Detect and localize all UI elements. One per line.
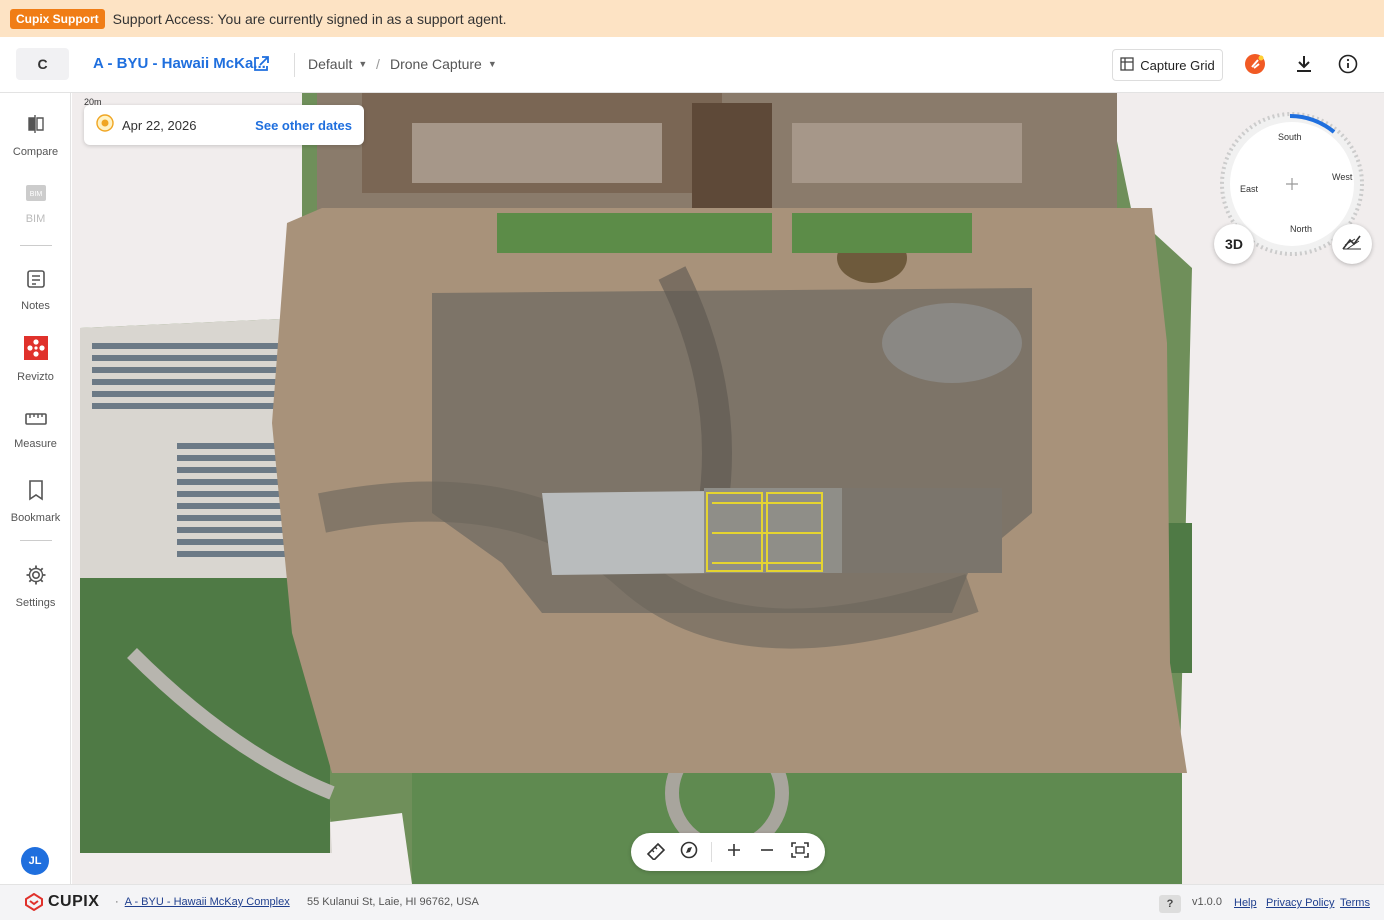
sidebar-item-notes[interactable]: Notes [0,269,71,312]
bookmark-icon [27,479,45,506]
map-viewport[interactable]: 20m Apr 22, 2026 See other dates South E… [72,93,1384,884]
footer-bullet: · [115,896,119,908]
support-banner: Cupix Support Support Access: You are cu… [0,0,1384,37]
sidebar-item-label: Compare [12,146,59,158]
info-icon[interactable] [1336,52,1360,76]
grid-icon [1120,56,1134,74]
sidebar-item-label: Bookmark [10,512,61,524]
fit-view-button[interactable] [784,837,817,867]
sidebar-item-label: Measure [14,438,57,450]
ruler-icon [24,411,47,432]
footer-project-link[interactable]: A - BYU - Hawaii McKay Complex [125,896,290,908]
terrain-toggle-button[interactable] [1332,224,1372,264]
sidebar-item-compare[interactable]: Compare [0,113,71,158]
project-avatar[interactable]: C [16,48,69,80]
ruler-tool-button[interactable] [639,837,672,867]
integration-icon[interactable] [1243,52,1267,76]
sun-icon [96,113,114,137]
cupix-logo: CUPIX [24,893,99,911]
external-link-icon[interactable] [252,55,270,73]
compass-reset-button[interactable] [672,837,705,867]
sidebar-item-bim[interactable]: BIM BIM [0,184,71,225]
compass-west-label: West [1332,172,1353,182]
zoom-in-button[interactable] [718,837,751,867]
help-link[interactable]: Help [1234,897,1257,909]
compass-east-label: East [1240,184,1259,194]
sidebar-divider [20,540,52,541]
notes-icon [26,269,46,294]
caret-down-icon: ▼ [487,59,497,69]
svg-text:BIM: BIM [29,191,42,198]
sidebar-divider [20,245,52,246]
view-mode-dropdown[interactable]: Default ▼ [308,56,367,72]
gear-icon [25,564,47,591]
capture-date: Apr 22, 2026 [122,117,197,133]
capture-grid-label: Capture Grid [1140,57,1215,73]
bim-icon: BIM [25,184,47,207]
support-message: Support Access: You are currently signed… [112,10,507,27]
zoom-out-button[interactable] [751,837,784,867]
download-icon[interactable] [1292,52,1316,76]
sidebar-item-settings[interactable]: Settings [0,564,71,609]
header-divider [294,53,295,77]
controls-divider [711,842,712,862]
brand-name: CUPIX [48,893,100,910]
sidebar-item-revizto[interactable]: Revizto [0,336,71,383]
plus-icon [727,843,741,862]
footer-address: 55 Kulanui St, Laie, HI 96762, USA [307,896,479,908]
see-other-dates-link[interactable]: See other dates [255,118,352,133]
left-sidebar: Compare BIM BIM Notes Revizto Measure Bo… [0,93,71,884]
user-avatar[interactable]: JL [21,847,49,875]
terrain-icon [1341,233,1363,256]
project-name-link[interactable]: A - BYU - Hawaii McKa... [93,55,266,72]
ruler-icon [646,840,666,865]
footer-project: · A - BYU - Hawaii McKay Complex [115,896,290,908]
footer-bar: CUPIX · A - BYU - Hawaii McKay Complex 5… [0,884,1384,920]
minus-icon [760,843,774,862]
fit-screen-icon [791,841,810,863]
toggle-3d-button[interactable]: 3D [1214,224,1254,264]
sidebar-item-label: Revizto [17,371,54,383]
compass-icon [680,841,698,864]
sidebar-item-label: BIM [25,213,46,225]
app-version: v1.0.0 [1192,896,1222,908]
sidebar-item-bookmark[interactable]: Bookmark [0,479,71,524]
compass-south-label: South [1278,132,1302,142]
breadcrumb-separator: / [376,56,380,72]
revizto-icon [23,336,48,365]
date-selector-card: Apr 22, 2026 See other dates [84,105,364,145]
aerial-map-image [80,93,1192,884]
privacy-policy-link[interactable]: Privacy Policy [1266,897,1334,909]
sidebar-item-label: Settings [15,597,56,609]
map-controls-bar [631,833,825,871]
compare-icon [25,113,47,140]
top-header: C A - BYU - Hawaii McKa... Default ▼ / D… [0,37,1384,93]
sidebar-item-label: Notes [21,300,50,312]
help-shortcut-icon[interactable]: ? [1159,895,1181,913]
terms-link[interactable]: Terms [1340,897,1370,909]
sidebar-item-measure[interactable]: Measure [0,411,71,450]
capture-type-label: Drone Capture [390,56,482,72]
capture-grid-button[interactable]: Capture Grid [1112,49,1223,81]
view-mode-label: Default [308,56,353,72]
capture-type-dropdown[interactable]: Drone Capture ▼ [390,56,497,72]
compass-north-label: North [1290,224,1313,234]
caret-down-icon: ▼ [358,59,368,69]
support-badge: Cupix Support [10,8,105,29]
